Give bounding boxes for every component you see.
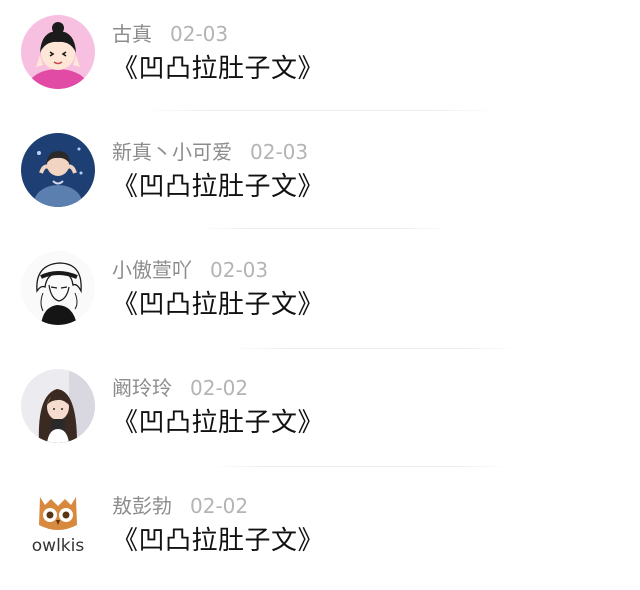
comment-item[interactable]: 小傲萱吖 02-03 《凹凸拉肚子文》	[0, 236, 640, 354]
comment-item[interactable]: 阚玲玲 02-02 《凹凸拉肚子文》	[0, 354, 640, 472]
comment-list: 古真 02-03 《凹凸拉肚子文》 新真丶小可爱 02-03 《凹凸拉肚子文》	[0, 0, 640, 586]
comment-text: 《凹凸拉肚子文》	[112, 408, 325, 438]
comment-date: 02-02	[190, 376, 249, 400]
comment-text: 《凹凸拉肚子文》	[112, 290, 325, 320]
comment-date: 02-02	[190, 494, 249, 518]
username[interactable]: 阚玲玲	[112, 376, 172, 400]
comment-meta: 敖彭勃 02-02	[112, 492, 248, 520]
divider	[140, 110, 500, 111]
girl-peace-sign-avatar-icon[interactable]	[21, 15, 95, 89]
username[interactable]: 敖彭勃	[112, 494, 172, 518]
divider	[200, 228, 450, 229]
comment-text: 《凹凸拉肚子文》	[112, 54, 325, 84]
svg-text:owlkis: owlkis	[32, 536, 85, 556]
comment-item[interactable]: owlkis 敖彭勃 02-02 《凹凸拉肚子文》	[0, 472, 640, 590]
username[interactable]: 古真	[112, 22, 152, 46]
comment-meta: 古真 02-03	[112, 20, 228, 48]
username[interactable]: 新真丶小可爱	[112, 140, 232, 164]
comment-meta: 阚玲玲 02-02	[112, 374, 248, 402]
divider	[230, 348, 520, 349]
divider	[210, 466, 510, 467]
comment-item[interactable]: 古真 02-03 《凹凸拉肚子文》	[0, 0, 640, 118]
girl-photo-avatar-icon[interactable]	[21, 369, 95, 443]
sketch-girl-avatar-icon[interactable]	[21, 251, 95, 325]
comment-item[interactable]: 新真丶小可爱 02-03 《凹凸拉肚子文》	[0, 118, 640, 236]
comment-meta: 小傲萱吖 02-03	[112, 256, 268, 284]
comment-date: 02-03	[170, 22, 229, 46]
comment-date: 02-03	[250, 140, 309, 164]
owl-logo-avatar-icon[interactable]: owlkis	[21, 487, 95, 561]
comment-date: 02-03	[210, 258, 269, 282]
username[interactable]: 小傲萱吖	[112, 258, 192, 282]
comment-text: 《凹凸拉肚子文》	[112, 172, 325, 202]
boy-heart-hands-avatar-icon[interactable]	[21, 133, 95, 207]
comment-text: 《凹凸拉肚子文》	[112, 526, 325, 556]
comment-meta: 新真丶小可爱 02-03	[112, 138, 308, 166]
